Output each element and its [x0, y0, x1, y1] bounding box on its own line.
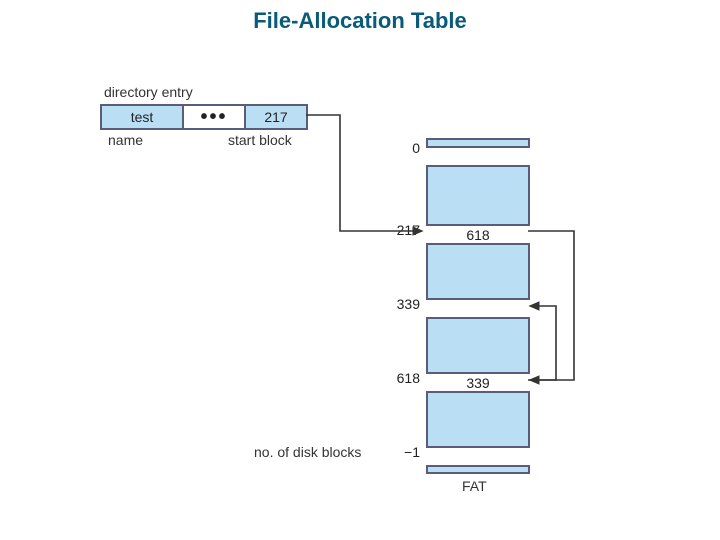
fat-value-217: 618	[466, 227, 489, 243]
fat-row-217: 618	[426, 224, 530, 245]
ellipsis-icon: •••	[200, 106, 227, 129]
arrow-217-to-618	[528, 231, 574, 380]
name-label: name	[108, 132, 143, 148]
page-title: File-Allocation Table	[0, 8, 720, 34]
no-disk-blocks-label: no. of disk blocks	[254, 444, 361, 460]
fat-table: 618 339	[426, 138, 530, 474]
directory-startblock-cell: 217	[244, 104, 308, 130]
fat-index-618: 618	[386, 370, 420, 386]
fat-value-618: 339	[466, 375, 489, 391]
directory-filename-cell: test	[100, 104, 184, 130]
arrow-dir-to-217	[306, 115, 422, 231]
directory-entry-label: directory entry	[104, 84, 193, 100]
fat-index-last: −1	[392, 444, 420, 460]
directory-startblock-text: 217	[264, 109, 287, 125]
fat-row-618: 339	[426, 372, 530, 393]
arrow-618-to-339	[528, 306, 556, 380]
fat-row-last	[426, 446, 530, 467]
fat-label: FAT	[462, 478, 487, 494]
fat-index-339: 339	[386, 296, 420, 312]
directory-mid-cell: •••	[182, 104, 246, 130]
fat-row-0	[426, 146, 530, 167]
fat-index-0: 0	[398, 140, 420, 156]
start-block-label: start block	[228, 132, 292, 148]
directory-filename-text: test	[131, 109, 154, 125]
fat-index-217: 217	[386, 222, 420, 238]
fat-row-339	[426, 298, 530, 319]
